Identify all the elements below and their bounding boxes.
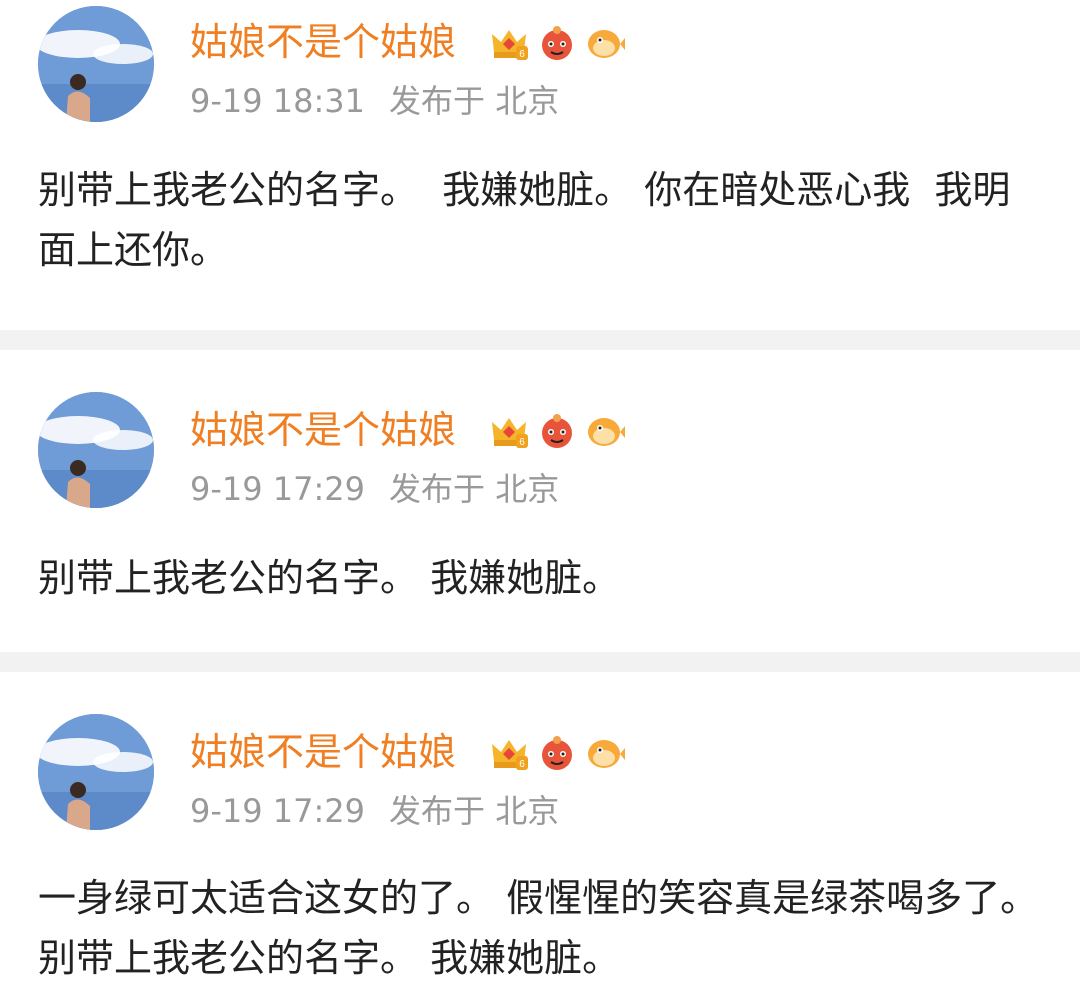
svg-text:6: 6 — [519, 437, 525, 448]
post-meta: 9-19 17:29 发布于 北京 — [190, 792, 559, 830]
badge-group: 6 — [488, 22, 626, 64]
post-time: 9-19 17:29 — [190, 792, 366, 830]
post-text: 别带上我老公的名字。 我嫌她脏。 — [38, 556, 621, 600]
pufferfish-icon[interactable] — [584, 22, 626, 64]
post-divider — [0, 330, 1080, 350]
post-text: 一身绿可太适合这女的了。 假惺惺的笑容真是绿茶喝多了。 别带上我老公的名字。 我… — [38, 876, 1051, 980]
username[interactable]: 姑娘不是个姑娘 — [190, 730, 456, 774]
pufferfish-icon[interactable] — [584, 410, 626, 452]
post-2: 姑娘不是个姑娘 6 9-19 17:29 发布于 北京 别带上我老公的名字。 我… — [0, 350, 1080, 652]
crown-level-6-icon[interactable]: 6 — [488, 410, 530, 452]
crown-level-6-icon[interactable]: 6 — [488, 22, 530, 64]
badge-group: 6 — [488, 410, 626, 452]
svg-text:6: 6 — [519, 759, 525, 770]
post-meta: 9-19 17:29 发布于 北京 — [190, 470, 559, 508]
post-3: 姑娘不是个姑娘 6 9-19 17:29 发布于 北京 一身绿可太适合这女的了。… — [0, 672, 1080, 991]
username[interactable]: 姑娘不是个姑娘 — [190, 408, 456, 452]
post-1: 姑娘不是个姑娘 6 9-19 18:31 发布于 北京 别带上我老公的名字。 我… — [0, 0, 1080, 330]
post-divider — [0, 652, 1080, 672]
post-time: 9-19 18:31 — [190, 82, 366, 120]
crown-level-6-icon[interactable]: 6 — [488, 732, 530, 774]
post-location: 发布于 北京 — [389, 470, 560, 508]
avatar[interactable] — [38, 6, 154, 122]
cartoon-mascot-icon[interactable] — [536, 732, 578, 774]
svg-text:6: 6 — [519, 49, 525, 60]
username[interactable]: 姑娘不是个姑娘 — [190, 20, 456, 64]
post-location: 发布于 北京 — [389, 792, 560, 830]
cartoon-mascot-icon[interactable] — [536, 410, 578, 452]
post-location: 发布于 北京 — [389, 82, 560, 120]
post-time: 9-19 17:29 — [190, 470, 366, 508]
cartoon-mascot-icon[interactable] — [536, 22, 578, 64]
post-text: 别带上我老公的名字。 我嫌她脏。 你在暗处恶心我 我明面上还你。 — [38, 168, 1011, 272]
badge-group: 6 — [488, 732, 626, 774]
avatar[interactable] — [38, 392, 154, 508]
avatar[interactable] — [38, 714, 154, 830]
post-meta: 9-19 18:31 发布于 北京 — [190, 82, 559, 120]
pufferfish-icon[interactable] — [584, 732, 626, 774]
